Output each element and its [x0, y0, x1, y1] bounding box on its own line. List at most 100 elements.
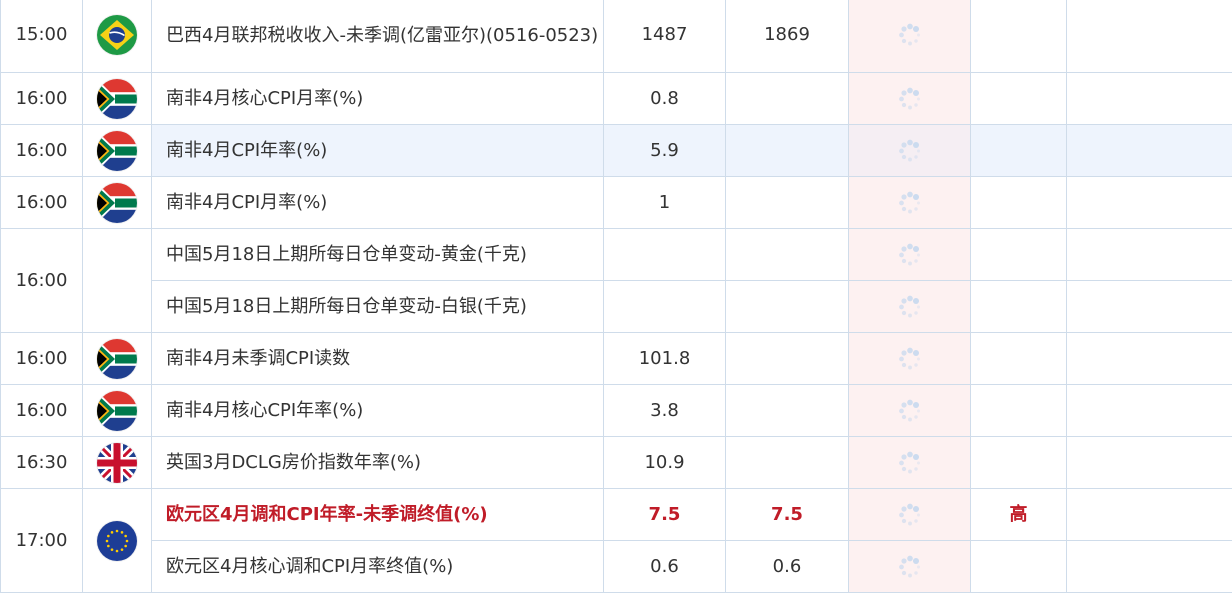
forecast-value: 0.6 [726, 541, 849, 593]
event-name[interactable]: 南非4月CPI年率(%) [152, 125, 604, 177]
previous-value: 1487 [604, 0, 726, 73]
event-name[interactable]: 中国5月18日上期所每日仓单变动-白银(千克) [152, 281, 604, 333]
actual-value [849, 541, 971, 593]
importance-level [971, 0, 1067, 73]
event-time: 15:00 [1, 0, 83, 73]
loading-spinner-icon [897, 22, 923, 48]
event-name[interactable]: 欧元区4月调和CPI年率-未季调终值(%) [152, 489, 604, 541]
actual-value [849, 73, 971, 125]
event-name[interactable]: 南非4月CPI月率(%) [152, 177, 604, 229]
loading-spinner-icon [897, 190, 923, 216]
previous-value: 5.9 [604, 125, 726, 177]
extra-cell [1067, 385, 1232, 437]
forecast-value [726, 229, 849, 281]
actual-value [849, 489, 971, 541]
event-name[interactable]: 南非4月未季调CPI读数 [152, 333, 604, 385]
actual-value [849, 125, 971, 177]
extra-cell [1067, 333, 1232, 385]
calendar-row[interactable]: 16:00 南非4月核心CPI月率(%) 0.8 [1, 73, 1232, 125]
actual-value [849, 385, 971, 437]
calendar-row[interactable]: 16:00 南非4月核心CPI年率(%) 3.8 [1, 385, 1232, 437]
event-name[interactable]: 欧元区4月核心调和CPI月率终值(%) [152, 541, 604, 593]
calendar-row[interactable]: 16:00 南非4月未季调CPI读数 101.8 [1, 333, 1232, 385]
south-africa-flag-icon [97, 391, 137, 431]
calendar-row[interactable]: 16:00 南非4月CPI年率(%) 5.9 [1, 125, 1232, 177]
importance-level [971, 125, 1067, 177]
flag-cell-empty [83, 229, 152, 333]
extra-cell [1067, 125, 1232, 177]
event-time: 16:00 [1, 333, 83, 385]
previous-value: 0.6 [604, 541, 726, 593]
event-name[interactable]: 英国3月DCLG房价指数年率(%) [152, 437, 604, 489]
actual-value [849, 437, 971, 489]
importance-level [971, 385, 1067, 437]
south-africa-flag-icon [97, 183, 137, 223]
south-africa-flag-icon [97, 339, 137, 379]
loading-spinner-icon [897, 138, 923, 164]
brazil-flag-icon [97, 15, 137, 55]
loading-spinner-icon [897, 450, 923, 476]
extra-cell [1067, 281, 1232, 333]
previous-value: 101.8 [604, 333, 726, 385]
previous-value [604, 229, 726, 281]
importance-level [971, 281, 1067, 333]
loading-spinner-icon [897, 294, 923, 320]
previous-value [604, 281, 726, 333]
forecast-value [726, 281, 849, 333]
calendar-row[interactable]: 16:00 中国5月18日上期所每日仓单变动-黄金(千克) [1, 229, 1232, 281]
event-name[interactable]: 中国5月18日上期所每日仓单变动-黄金(千克) [152, 229, 604, 281]
event-name[interactable]: 南非4月核心CPI月率(%) [152, 73, 604, 125]
calendar-row[interactable]: 17:00 欧元区4月调和CPI年率-未季调终值(%) 7.5 7.5 高 [1, 489, 1232, 541]
calendar-row[interactable]: 15:00 巴西4月联邦税收收入-未季调(亿雷亚尔)(0516-0523) 14… [1, 0, 1232, 73]
extra-cell [1067, 73, 1232, 125]
event-time: 17:00 [1, 489, 83, 593]
importance-level [971, 333, 1067, 385]
south-africa-flag-icon [97, 79, 137, 119]
event-time: 16:00 [1, 73, 83, 125]
forecast-value [726, 385, 849, 437]
actual-value [849, 229, 971, 281]
calendar-row[interactable]: 中国5月18日上期所每日仓单变动-白银(千克) [1, 281, 1232, 333]
calendar-row[interactable]: 欧元区4月核心调和CPI月率终值(%) 0.6 0.6 [1, 541, 1232, 593]
calendar-row[interactable]: 16:30 英国3月DCLG房价指数年率(%) 10.9 [1, 437, 1232, 489]
event-name[interactable]: 南非4月核心CPI年率(%) [152, 385, 604, 437]
economic-calendar-table: 15:00 巴西4月联邦税收收入-未季调(亿雷亚尔)(0516-0523) 14… [0, 0, 1232, 593]
loading-spinner-icon [897, 398, 923, 424]
extra-cell [1067, 0, 1232, 73]
extra-cell [1067, 229, 1232, 281]
loading-spinner-icon [897, 554, 923, 580]
forecast-value: 1869 [726, 0, 849, 73]
event-time: 16:00 [1, 125, 83, 177]
forecast-value [726, 177, 849, 229]
importance-level: 高 [971, 489, 1067, 541]
actual-value [849, 281, 971, 333]
forecast-value [726, 125, 849, 177]
forecast-value: 7.5 [726, 489, 849, 541]
south-africa-flag-icon [97, 131, 137, 171]
forecast-value [726, 333, 849, 385]
importance-level [971, 177, 1067, 229]
loading-spinner-icon [897, 502, 923, 528]
previous-value: 0.8 [604, 73, 726, 125]
extra-cell [1067, 489, 1232, 541]
extra-cell [1067, 437, 1232, 489]
importance-level [971, 541, 1067, 593]
importance-level [971, 229, 1067, 281]
importance-level [971, 437, 1067, 489]
previous-value: 3.8 [604, 385, 726, 437]
previous-value: 1 [604, 177, 726, 229]
forecast-value [726, 73, 849, 125]
actual-value [849, 0, 971, 73]
event-time: 16:00 [1, 385, 83, 437]
event-time: 16:30 [1, 437, 83, 489]
uk-flag-icon [97, 443, 137, 483]
importance-level [971, 73, 1067, 125]
previous-value: 7.5 [604, 489, 726, 541]
loading-spinner-icon [897, 346, 923, 372]
calendar-row[interactable]: 16:00 南非4月CPI月率(%) 1 [1, 177, 1232, 229]
actual-value [849, 177, 971, 229]
event-name[interactable]: 巴西4月联邦税收收入-未季调(亿雷亚尔)(0516-0523) [152, 0, 604, 73]
eu-flag-icon [97, 521, 137, 561]
event-time: 16:00 [1, 177, 83, 229]
event-time: 16:00 [1, 229, 83, 333]
